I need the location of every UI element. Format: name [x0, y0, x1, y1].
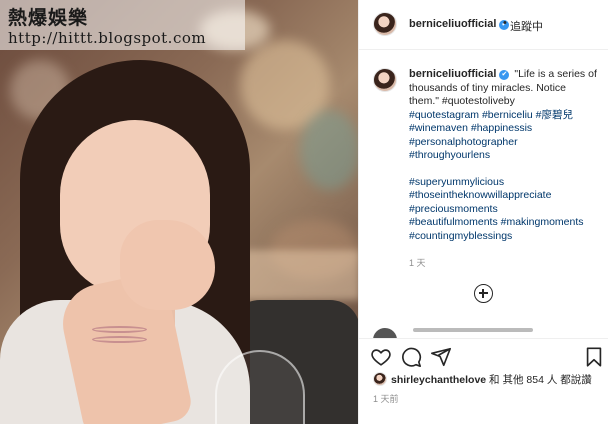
post-photo[interactable]: 熱爆娛樂 http://hittt.blogspot.com: [0, 0, 358, 424]
caption-username[interactable]: berniceliuofficial ✔: [409, 68, 510, 80]
likes-suffix: 人 都說讚: [546, 374, 592, 386]
bookmark-icon[interactable]: [583, 346, 605, 368]
caption-hashtags[interactable]: #superyummylicious: [409, 176, 608, 190]
caption-age[interactable]: 1 天: [409, 256, 426, 269]
post-timestamp[interactable]: 1 天前: [373, 392, 399, 405]
likes-count: 854: [526, 374, 544, 386]
heart-icon[interactable]: [370, 346, 392, 368]
caption-hashtags[interactable]: #throughyourlens: [409, 149, 608, 163]
liker-username[interactable]: shirleychanthelove: [391, 374, 486, 386]
avatar[interactable]: [373, 12, 397, 36]
comment-text: [413, 328, 533, 332]
likes-joiner: 和 其他: [489, 374, 524, 386]
post-header: berniceliuofficial ✔ • 追蹤中: [359, 0, 608, 50]
caption-hashtags[interactable]: #thoseintheknowwillappreciate: [409, 189, 608, 203]
comment-avatar: [373, 328, 397, 338]
plus-circle-icon[interactable]: [474, 284, 493, 303]
caption-hashtags[interactable]: #beautifulmoments #makingmoments: [409, 216, 608, 230]
watermark-title: 熱爆娛樂: [8, 7, 89, 29]
blog-watermark: 熱爆娛樂 http://hittt.blogspot.com: [0, 0, 245, 50]
header-username[interactable]: berniceliuofficial ✔: [409, 18, 510, 30]
comment-icon[interactable]: [400, 346, 422, 368]
post-side-panel: berniceliuofficial ✔ • 追蹤中 berniceliuoffi…: [358, 0, 608, 424]
following-button[interactable]: 追蹤中: [510, 18, 543, 34]
caption-line: "Life is a series of: [514, 68, 597, 80]
bracelet: [92, 326, 147, 333]
caption-hashtags[interactable]: #countingmyblessings: [409, 230, 608, 244]
caption-avatar[interactable]: [373, 68, 397, 92]
watermark-url: http://hittt.blogspot.com: [8, 29, 207, 47]
caption-line: thousands of tiny miracles. Notice: [409, 81, 566, 94]
bracelet: [92, 336, 147, 343]
comment-preview[interactable]: [373, 328, 603, 338]
verified-badge-icon: ✔: [499, 70, 510, 80]
bokeh-light: [300, 110, 358, 190]
woman-hand: [120, 220, 215, 310]
action-bar: [359, 338, 608, 374]
send-icon[interactable]: [430, 346, 452, 368]
likes-summary[interactable]: shirleychanthelove 和 其他 854 人 都說讚: [373, 372, 592, 387]
liker-avatar: [373, 372, 387, 386]
caption-hashtags[interactable]: #personalphotographer: [409, 136, 608, 150]
caption-hashtags[interactable]: #quotestagram #berniceliu #廖碧兒: [409, 109, 608, 123]
caption-line: them." #quotestoliveby: [409, 95, 515, 107]
caption-hashtags[interactable]: #preciousmoments: [409, 203, 608, 217]
caption-hashtags[interactable]: #winemaven #happinessis: [409, 122, 608, 136]
separator-dot: •: [503, 17, 507, 29]
caption-text: berniceliuofficial ✔ "Life is a series of…: [409, 68, 608, 243]
